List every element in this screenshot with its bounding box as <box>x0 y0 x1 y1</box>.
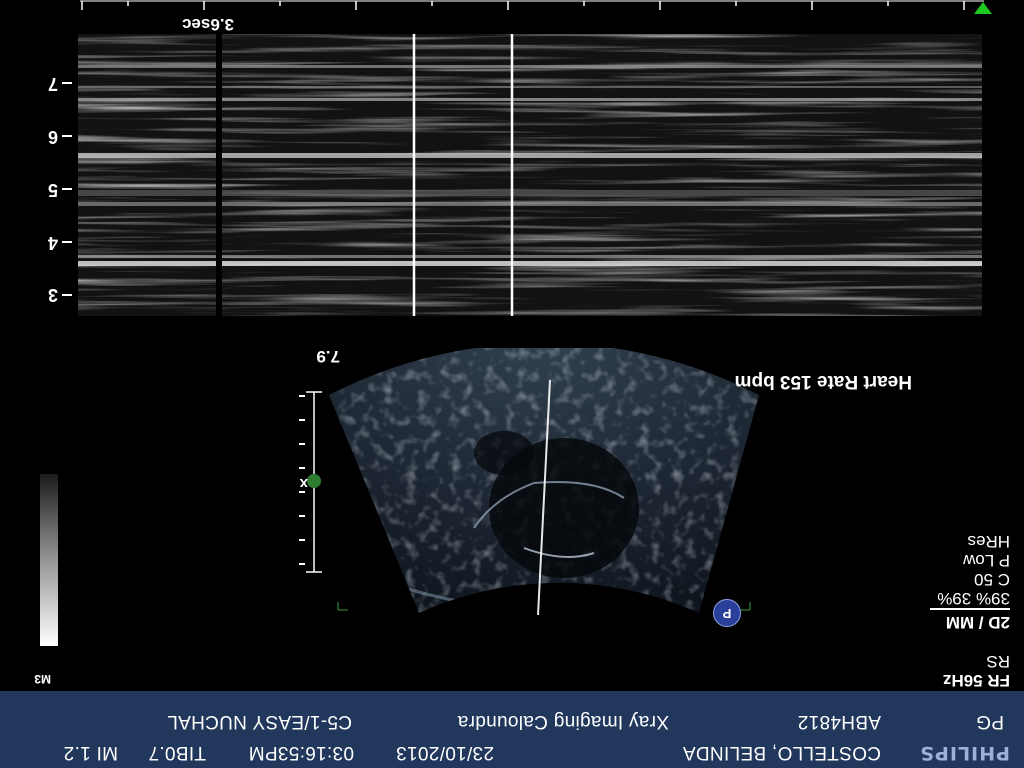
mode-underline <box>930 608 1010 610</box>
mode-label: 2D / MM <box>945 613 1010 632</box>
depth-tick-6: 6 <box>47 127 58 147</box>
gain-values: 39% 39% <box>937 589 1010 608</box>
heart-rate: Heart Rate 153 bpm <box>734 371 912 392</box>
sweep-position-triangle <box>974 2 992 14</box>
tib-value: TIB0.7 <box>148 742 206 763</box>
depth-tick-5: 5 <box>47 180 58 200</box>
sector-depth-label: 7.9 <box>316 347 340 366</box>
depth-tick-3: 3 <box>47 285 58 305</box>
patient-id: ABH4812 <box>797 711 881 732</box>
time-axis <box>80 0 992 14</box>
ultrasound-screen: PHILIPS COSTELLO, BELINDA 23/10/2013 03:… <box>0 0 1024 768</box>
grayscale-bar <box>40 474 58 646</box>
philips-logo: PHILIPS <box>919 742 1010 764</box>
resolution-value: HRes <box>967 532 1010 551</box>
patient-name: COSTELLO, BELINDA <box>682 742 881 763</box>
frame-rate: FR 56Hz <box>942 671 1010 690</box>
institution-name: Xray Imaging Caloundra <box>457 711 670 732</box>
mmode-depth-axis: 3 4 5 6 7 <box>42 74 72 305</box>
p-badge-icon[interactable]: P <box>713 599 741 627</box>
mode-tag: M3 <box>34 672 51 686</box>
exam-time: 03:16:53PM <box>248 742 354 763</box>
mi-value: MI 1.2 <box>63 742 118 763</box>
rs-label: RS <box>986 652 1010 671</box>
pg-label: PG <box>975 711 1004 732</box>
focus-marker <box>307 474 321 488</box>
depth-tick-4: 4 <box>47 233 58 253</box>
patient-header: PHILIPS COSTELLO, BELINDA 23/10/2013 03:… <box>0 691 1024 768</box>
focus-x-marker: x <box>299 475 308 492</box>
exam-date: 23/10/2013 <box>395 742 494 763</box>
depth-tick-7: 7 <box>47 74 58 94</box>
probe-preset: C5-1/EASY NUCHAL <box>166 711 352 732</box>
mmode-time-label: 3.6sec <box>182 15 234 34</box>
sweep-gap <box>216 34 222 316</box>
mmode-trace <box>78 34 982 316</box>
power-value: P Low <box>963 551 1010 570</box>
compression-value: C 50 <box>974 570 1010 589</box>
